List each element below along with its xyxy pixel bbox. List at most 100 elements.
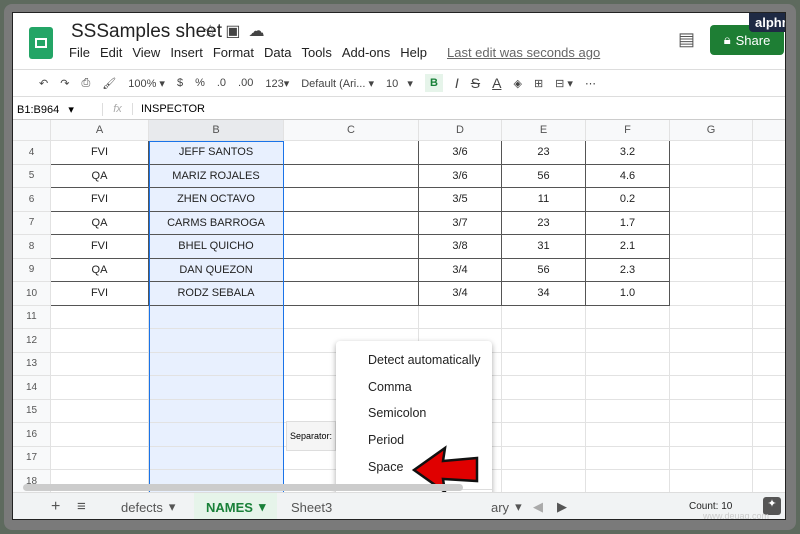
row-header[interactable]: 12 (13, 329, 51, 353)
more-button[interactable]: ⋯ (585, 77, 596, 90)
cell-d[interactable]: 3/4 (419, 258, 502, 282)
bold-button[interactable]: B (424, 74, 443, 92)
cell-a[interactable]: QA (51, 164, 149, 188)
cell-b[interactable]: RODZ SEBALA (149, 282, 284, 306)
cell[interactable] (670, 141, 753, 165)
select-all-corner[interactable] (13, 120, 51, 141)
cell-a[interactable]: QA (51, 258, 149, 282)
menu-insert[interactable]: Insert (170, 45, 203, 60)
column-header-c[interactable]: C (284, 120, 419, 141)
row-header[interactable]: 15 (13, 399, 51, 423)
menu-add-ons[interactable]: Add-ons (342, 45, 390, 60)
tab-defects[interactable]: defects ▾ (121, 493, 175, 519)
cell[interactable] (51, 352, 149, 376)
decrease-decimal-button[interactable]: .0 (217, 77, 226, 89)
cell-e[interactable]: 34 (502, 282, 586, 306)
cell[interactable] (670, 305, 753, 329)
cell[interactable] (586, 329, 670, 353)
column-header-a[interactable]: A (51, 120, 149, 141)
borders-icon[interactable]: ⊞ (534, 77, 543, 90)
cell[interactable] (670, 446, 753, 470)
cell[interactable] (284, 258, 419, 282)
row-header[interactable]: 13 (13, 352, 51, 376)
cell-b[interactable]: DAN QUEZON (149, 258, 284, 282)
cell[interactable] (149, 446, 284, 470)
cell[interactable] (753, 470, 785, 494)
cell-a[interactable]: FVI (51, 188, 149, 212)
cell[interactable] (51, 423, 149, 447)
cell-f[interactable]: 2.3 (586, 258, 670, 282)
cell[interactable] (586, 305, 670, 329)
column-header-b[interactable]: B (149, 120, 284, 141)
tab-names[interactable]: NAMES ▾ (194, 493, 278, 519)
cell-d[interactable]: 3/6 (419, 141, 502, 165)
cell-f[interactable]: 4.6 (586, 164, 670, 188)
cell[interactable] (670, 235, 753, 259)
cell[interactable] (670, 164, 753, 188)
row-header[interactable]: 11 (13, 305, 51, 329)
cell[interactable] (753, 353, 785, 376)
cell[interactable] (149, 423, 284, 447)
doc-title[interactable]: SSSamples sheet (71, 21, 222, 43)
cell[interactable] (502, 305, 586, 329)
column-header-e[interactable]: E (502, 120, 586, 141)
separator-option-period[interactable]: Period (368, 433, 404, 447)
cell-f[interactable]: 1.7 (586, 211, 670, 235)
row-header[interactable]: 17 (13, 446, 51, 470)
text-color-button[interactable]: A (492, 75, 501, 91)
print-icon[interactable]: ⎙ (81, 77, 90, 90)
cell[interactable] (753, 259, 785, 282)
increase-decimal-button[interactable]: .00 (238, 77, 253, 89)
cell-b[interactable]: MARIZ ROJALES (149, 164, 284, 188)
cell[interactable] (753, 306, 785, 329)
column-header-d[interactable]: D (419, 120, 502, 141)
zoom-select[interactable]: 100% ▾ (128, 77, 165, 90)
cell[interactable] (586, 470, 670, 494)
name-box[interactable]: B1:B964 ▾ (13, 102, 103, 116)
menu-data[interactable]: Data (264, 45, 291, 60)
cell[interactable] (753, 188, 785, 212)
cell[interactable] (670, 470, 753, 494)
cell-e[interactable]: 56 (502, 164, 586, 188)
cell[interactable] (51, 305, 149, 329)
all-sheets-icon[interactable]: ≡ (77, 498, 86, 515)
last-edit-link[interactable]: Last edit was seconds ago (447, 45, 600, 60)
cell-f[interactable]: 2.1 (586, 235, 670, 259)
row-header[interactable]: 7 (13, 211, 51, 235)
cell[interactable] (51, 399, 149, 423)
cell-a[interactable]: FVI (51, 141, 149, 165)
tab-summary[interactable]: ary ▾ (491, 493, 522, 519)
cell[interactable] (670, 211, 753, 235)
cell-d[interactable]: 3/8 (419, 235, 502, 259)
cell[interactable] (670, 329, 753, 353)
cell[interactable] (753, 212, 785, 235)
cell-d[interactable]: 3/4 (419, 282, 502, 306)
cell[interactable] (670, 352, 753, 376)
cell[interactable] (670, 399, 753, 423)
cell[interactable] (753, 423, 785, 447)
fill-color-icon[interactable]: ◈ (513, 77, 521, 90)
cell[interactable] (753, 400, 785, 423)
cell-f[interactable]: 3.2 (586, 141, 670, 165)
cloud-icon[interactable]: ☁ (248, 23, 272, 40)
cell[interactable] (753, 282, 785, 306)
separator-option-comma[interactable]: Comma (368, 380, 412, 394)
horizontal-scrollbar[interactable] (23, 484, 463, 491)
redo-icon[interactable]: ↷ (60, 77, 69, 90)
row-header[interactable]: 14 (13, 376, 51, 400)
cell[interactable] (149, 399, 284, 423)
column-header-extra[interactable] (753, 120, 785, 141)
undo-icon[interactable]: ↶ (39, 77, 48, 90)
menu-format[interactable]: Format (213, 45, 254, 60)
cell-b[interactable]: BHEL QUICHO (149, 235, 284, 259)
row-header[interactable]: 8 (13, 235, 51, 259)
column-header-g[interactable]: G (670, 120, 753, 141)
font-size-select[interactable]: 10 ▾ (386, 77, 413, 90)
cell[interactable] (284, 282, 419, 306)
separator-chip[interactable]: Separator: (286, 421, 336, 451)
cell[interactable] (586, 446, 670, 470)
italic-button[interactable]: I (455, 75, 459, 91)
cell[interactable] (284, 305, 419, 329)
row-header[interactable]: 10 (13, 282, 51, 306)
cell[interactable] (586, 352, 670, 376)
